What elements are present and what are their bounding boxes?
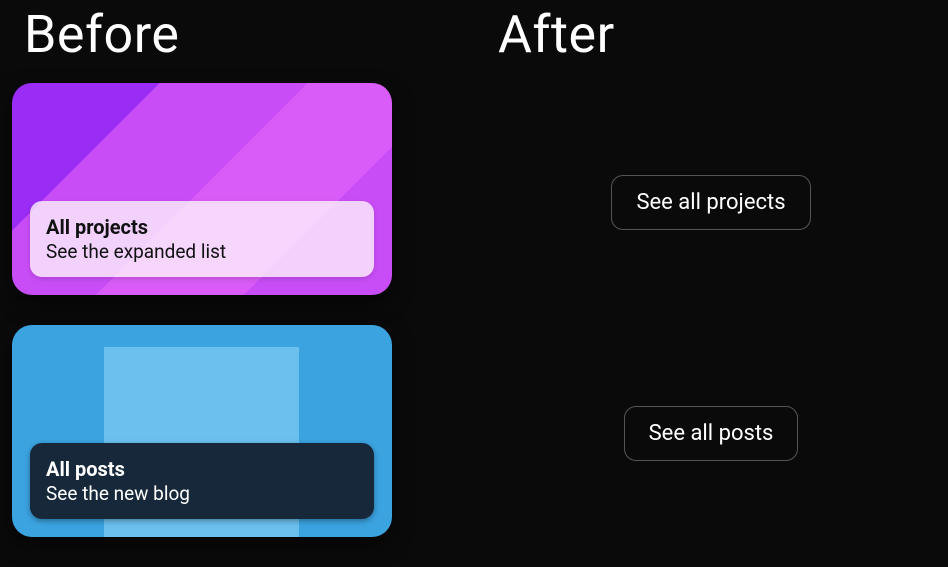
before-heading: Before [24, 4, 464, 65]
posts-card-title: All posts [46, 457, 358, 481]
see-all-posts-button[interactable]: See all posts [624, 406, 799, 461]
see-all-projects-button[interactable]: See all projects [611, 175, 810, 230]
after-content: See all projects See all posts [484, 83, 938, 461]
before-content: All projects See the expanded list All p… [10, 83, 464, 567]
posts-card-subtitle: See the new blog [46, 482, 358, 505]
posts-card[interactable]: All posts See the new blog [12, 325, 392, 537]
before-column: Before All projects See the expanded lis… [0, 0, 474, 552]
projects-card-overlay: All projects See the expanded list [30, 201, 374, 277]
posts-card-overlay: All posts See the new blog [30, 443, 374, 519]
after-column: After See all projects See all posts [474, 0, 948, 552]
projects-card[interactable]: All projects See the expanded list [12, 83, 392, 295]
projects-card-title: All projects [46, 215, 358, 239]
projects-card-subtitle: See the expanded list [46, 240, 358, 263]
after-heading: After [498, 4, 938, 65]
